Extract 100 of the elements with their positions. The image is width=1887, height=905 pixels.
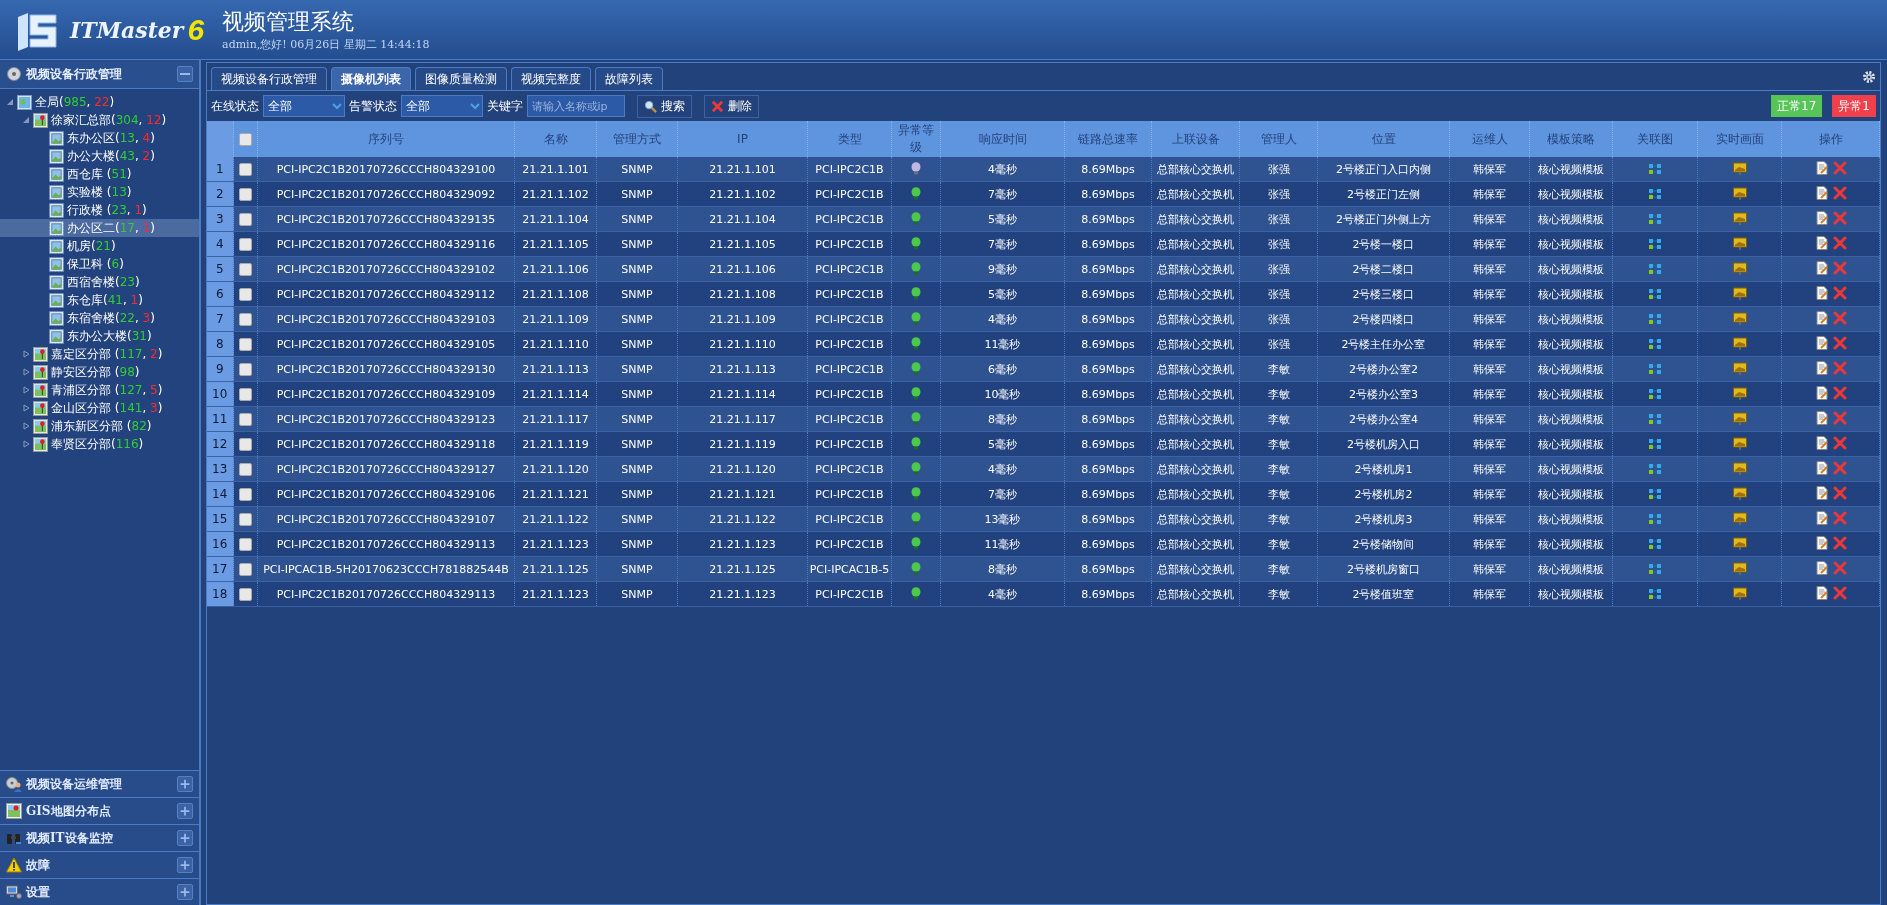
row-checkbox[interactable] bbox=[239, 262, 252, 276]
tree-item[interactable]: 办公区二(17, 1) bbox=[0, 219, 199, 237]
collapse-icon[interactable] bbox=[22, 116, 30, 124]
row-checkbox[interactable] bbox=[239, 212, 252, 226]
expand-icon[interactable] bbox=[22, 404, 30, 412]
row-checkbox[interactable] bbox=[239, 362, 252, 376]
monitor-icon[interactable] bbox=[1732, 562, 1747, 576]
keyword-field[interactable]: 请输入名称或ip bbox=[526, 95, 625, 117]
monitor-icon[interactable] bbox=[1732, 437, 1747, 451]
edit-icon[interactable] bbox=[1814, 385, 1829, 400]
edit-icon[interactable] bbox=[1814, 435, 1829, 450]
topology-icon[interactable] bbox=[1648, 562, 1662, 576]
tree-item[interactable]: 全局(985, 22) bbox=[0, 93, 199, 111]
edit-icon[interactable] bbox=[1814, 310, 1829, 325]
tab[interactable]: 视频完整度 bbox=[510, 67, 591, 90]
alarm-status-dropdown[interactable]: 全部 bbox=[400, 95, 483, 117]
accordion-header[interactable]: 视频IT设备监控 bbox=[0, 824, 199, 851]
settings-icon[interactable] bbox=[1862, 69, 1876, 84]
accordion-header[interactable]: 视频设备运维管理 bbox=[0, 770, 199, 797]
tree-item[interactable]: 奉贤区分部(116) bbox=[0, 435, 199, 453]
collapse-icon[interactable] bbox=[6, 98, 14, 106]
monitor-icon[interactable] bbox=[1732, 287, 1747, 301]
tree-item[interactable]: 保卫科 (6) bbox=[0, 255, 199, 273]
edit-icon[interactable] bbox=[1814, 460, 1829, 475]
row-checkbox[interactable] bbox=[239, 587, 252, 601]
tree-item[interactable]: 浦东新区分部 (82) bbox=[0, 417, 199, 435]
tab[interactable]: 视频设备行政管理 bbox=[210, 67, 327, 90]
topology-icon[interactable] bbox=[1648, 312, 1662, 326]
tree-item[interactable]: 静安区分部 (98) bbox=[0, 363, 199, 381]
edit-icon[interactable] bbox=[1814, 535, 1829, 550]
tree-item[interactable]: 行政楼 (23, 1) bbox=[0, 201, 199, 219]
topology-icon[interactable] bbox=[1648, 262, 1662, 276]
edit-icon[interactable] bbox=[1814, 510, 1829, 525]
search-button[interactable]: 搜索 bbox=[636, 94, 692, 118]
row-checkbox[interactable] bbox=[239, 487, 252, 501]
accordion-header[interactable]: 故障 bbox=[0, 851, 199, 878]
monitor-icon[interactable] bbox=[1732, 212, 1747, 226]
edit-icon[interactable] bbox=[1814, 185, 1829, 200]
row-checkbox[interactable] bbox=[239, 337, 252, 351]
online-status-dropdown[interactable]: 全部 bbox=[262, 95, 345, 117]
row-checkbox[interactable] bbox=[239, 187, 252, 201]
tab[interactable]: 摄像机列表 bbox=[330, 67, 411, 90]
tree-item[interactable]: 嘉定区分部 (117, 2) bbox=[0, 345, 199, 363]
tree-item[interactable]: 东宿舍楼(22, 3) bbox=[0, 309, 199, 327]
expand-icon[interactable] bbox=[22, 422, 30, 430]
tab[interactable]: 图像质量检测 bbox=[414, 67, 507, 90]
delete-icon[interactable] bbox=[710, 99, 724, 113]
edit-icon[interactable] bbox=[1814, 285, 1829, 300]
edit-icon[interactable] bbox=[1814, 235, 1829, 250]
expand-icon[interactable] bbox=[22, 386, 30, 394]
topology-icon[interactable] bbox=[1648, 437, 1662, 451]
tab[interactable]: 故障列表 bbox=[594, 67, 663, 90]
status-count-badge[interactable]: 异常1 bbox=[1832, 95, 1876, 117]
monitor-icon[interactable] bbox=[1732, 387, 1747, 401]
row-checkbox[interactable] bbox=[239, 162, 252, 176]
tree-item[interactable]: 实验楼 (13) bbox=[0, 183, 199, 201]
edit-icon[interactable] bbox=[1814, 360, 1829, 375]
row-checkbox[interactable] bbox=[239, 412, 252, 426]
row-checkbox[interactable] bbox=[239, 287, 252, 301]
edit-icon[interactable] bbox=[1814, 210, 1829, 225]
row-checkbox[interactable] bbox=[239, 512, 252, 526]
accordion-header[interactable]: GIS地图分布点 bbox=[0, 797, 199, 824]
row-checkbox[interactable] bbox=[239, 537, 252, 551]
edit-icon[interactable] bbox=[1814, 160, 1829, 175]
expand-icon[interactable] bbox=[22, 350, 30, 358]
topology-icon[interactable] bbox=[1648, 162, 1662, 176]
expand-icon[interactable] bbox=[176, 830, 193, 846]
topology-icon[interactable] bbox=[1648, 387, 1662, 401]
monitor-icon[interactable] bbox=[1732, 187, 1747, 201]
topology-icon[interactable] bbox=[1648, 187, 1662, 201]
expand-icon[interactable] bbox=[22, 440, 30, 448]
tree-item[interactable]: 东仓库(41, 1) bbox=[0, 291, 199, 309]
select-all-checkbox[interactable] bbox=[239, 133, 252, 146]
tree-item[interactable]: 西宿舍楼(23) bbox=[0, 273, 199, 291]
edit-icon[interactable] bbox=[1814, 335, 1829, 350]
row-checkbox[interactable] bbox=[239, 562, 252, 576]
monitor-icon[interactable] bbox=[1732, 262, 1747, 276]
monitor-icon[interactable] bbox=[1732, 512, 1747, 526]
tree-item[interactable]: 西仓库 (51) bbox=[0, 165, 199, 183]
topology-icon[interactable] bbox=[1648, 287, 1662, 301]
monitor-icon[interactable] bbox=[1732, 237, 1747, 251]
expand-icon[interactable] bbox=[22, 368, 30, 376]
monitor-icon[interactable] bbox=[1732, 362, 1747, 376]
edit-icon[interactable] bbox=[1814, 260, 1829, 275]
edit-icon[interactable] bbox=[1814, 585, 1829, 600]
monitor-icon[interactable] bbox=[1732, 412, 1747, 426]
tree-item[interactable]: 徐家汇总部(304, 12) bbox=[0, 111, 199, 129]
tree-item[interactable]: 办公大楼(43, 2) bbox=[0, 147, 199, 165]
row-checkbox[interactable] bbox=[239, 437, 252, 451]
topology-icon[interactable] bbox=[1648, 487, 1662, 501]
monitor-icon[interactable] bbox=[1732, 487, 1747, 501]
topology-icon[interactable] bbox=[1648, 412, 1662, 426]
tree-item[interactable]: 东办公区(13, 4) bbox=[0, 129, 199, 147]
monitor-icon[interactable] bbox=[1732, 587, 1747, 601]
search-icon[interactable] bbox=[643, 99, 657, 113]
expand-icon[interactable] bbox=[176, 884, 193, 900]
tree-item[interactable]: 机房(21) bbox=[0, 237, 199, 255]
row-checkbox[interactable] bbox=[239, 237, 252, 251]
row-checkbox[interactable] bbox=[239, 387, 252, 401]
topology-icon[interactable] bbox=[1648, 512, 1662, 526]
